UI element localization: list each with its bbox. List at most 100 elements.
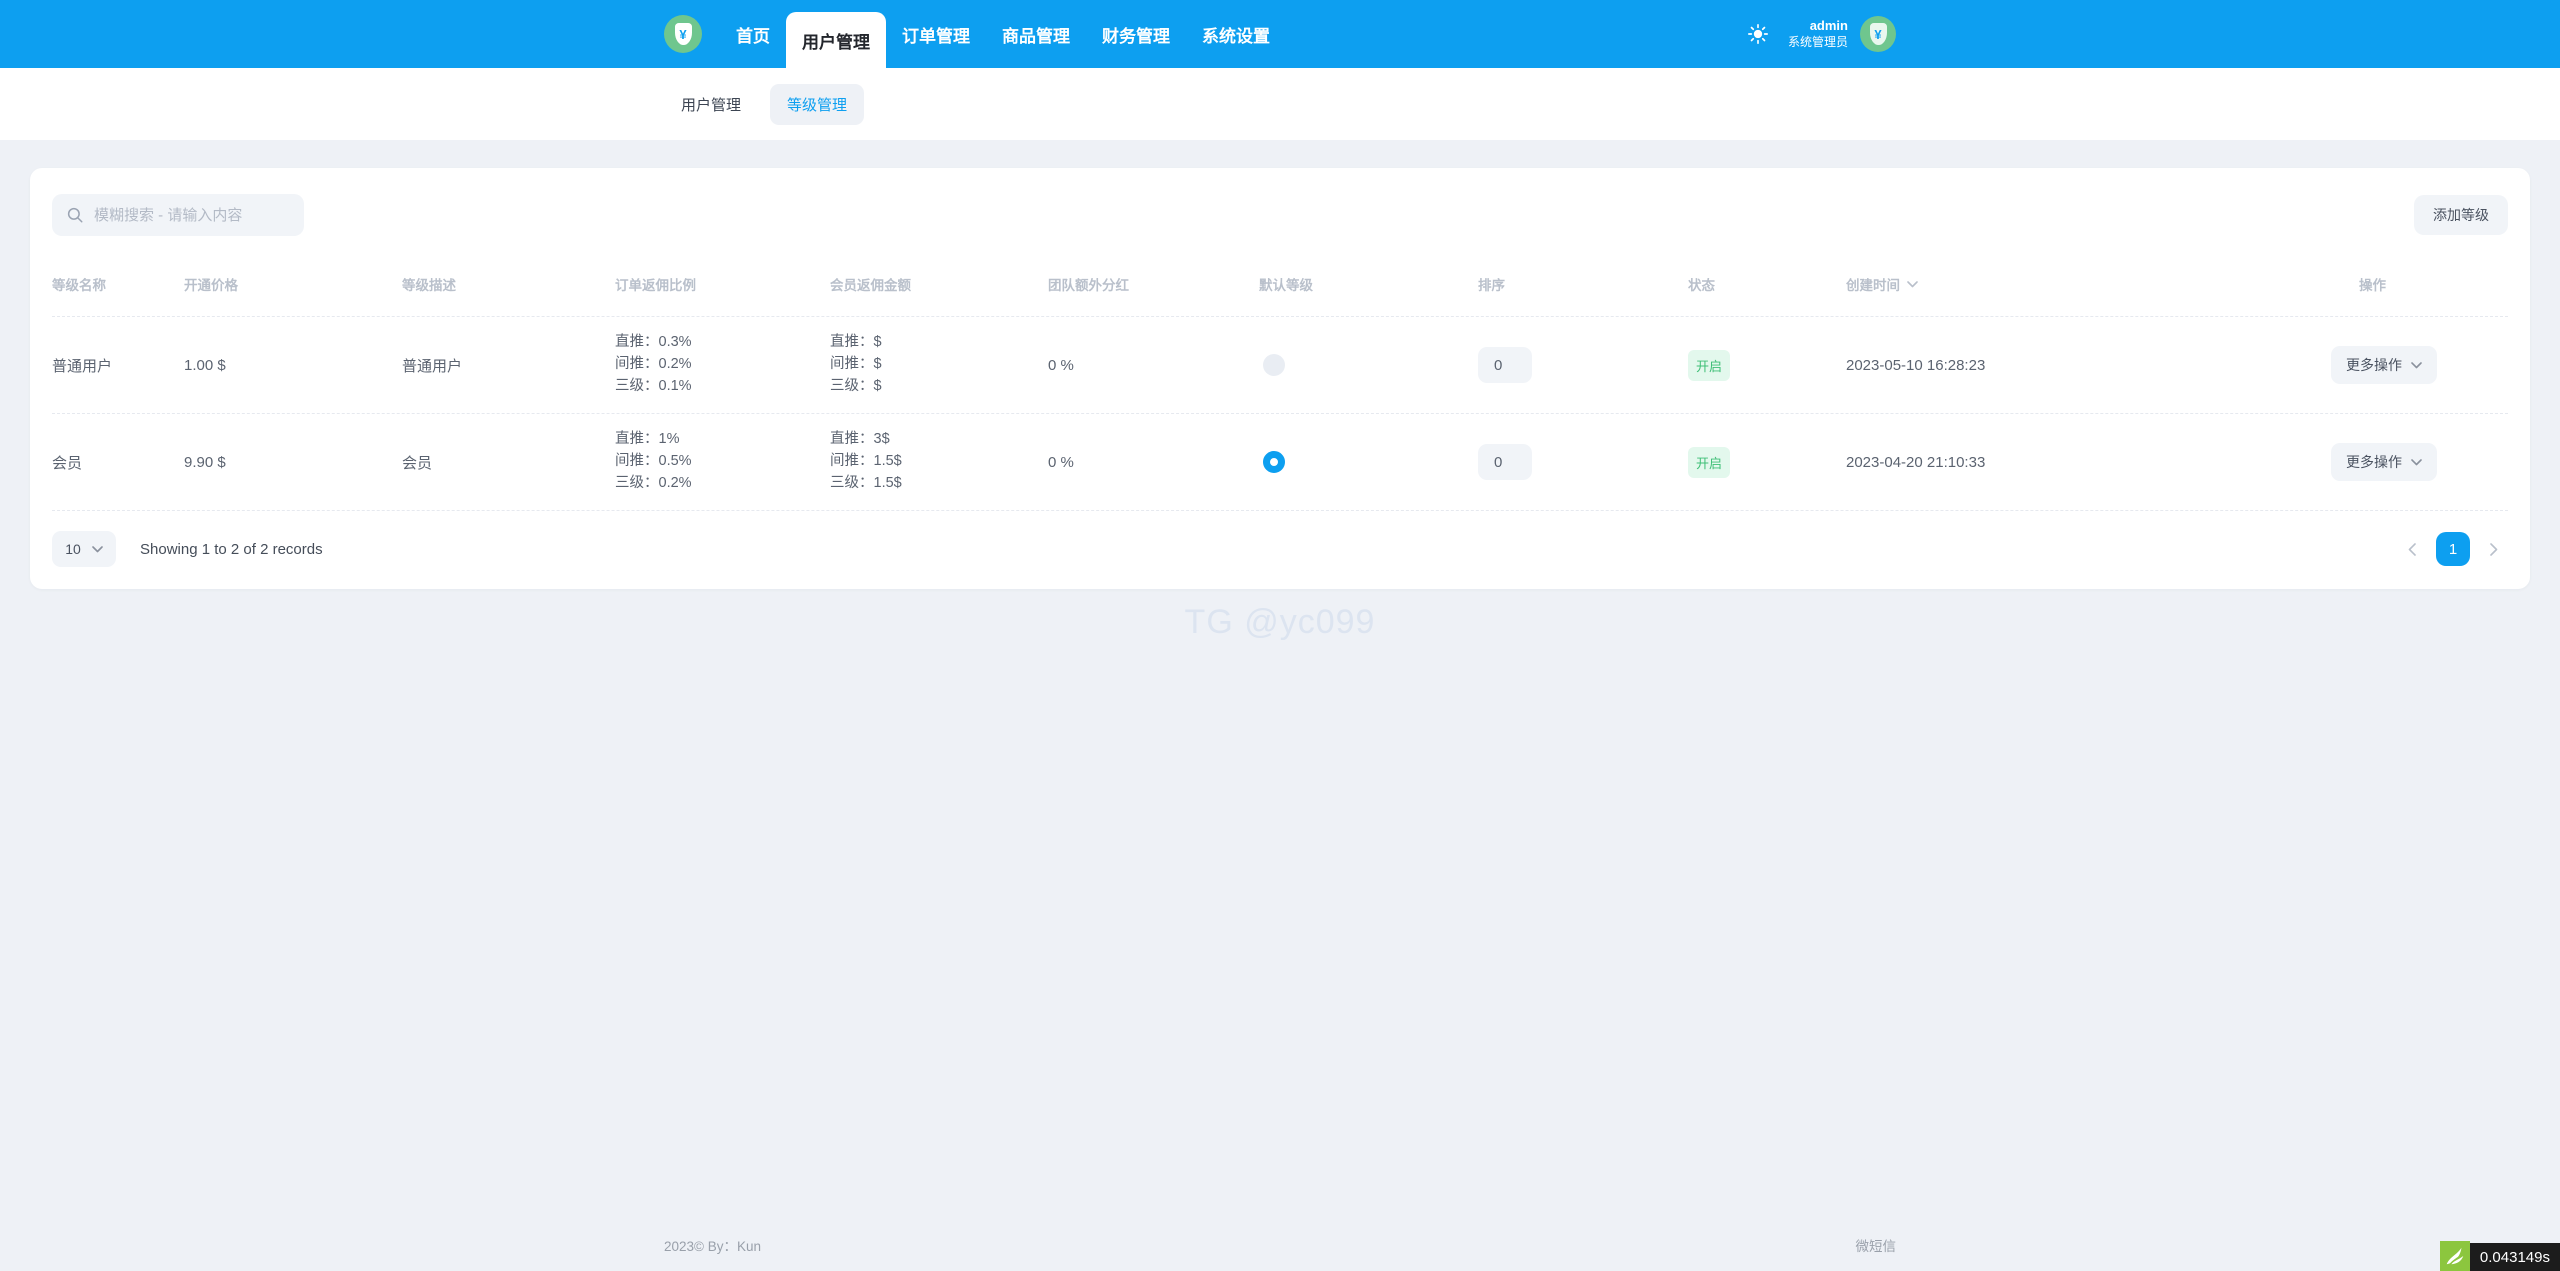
table-row: 普通用户 1.00 $ 普通用户 直推：0.3% 间推：0.2% 三级：0.1%… [52, 317, 2508, 414]
theme-toggle-sun-icon[interactable] [1748, 24, 1768, 44]
level-description: 会员 [402, 452, 615, 473]
col-sort: 排序 [1478, 268, 1688, 316]
next-page-button[interactable] [2480, 535, 2508, 563]
level-price: 9.90 $ [184, 454, 402, 471]
col-default-level: 默认等级 [1259, 268, 1478, 316]
rebate-line: 直推：0.3% [615, 332, 830, 354]
level-table: 等级名称 开通价格 等级描述 订单返佣比例 会员返佣金额 团队额外分红 默认等级… [52, 268, 2508, 511]
top-navbar: ¥ 首页 用户管理 订单管理 商品管理 财务管理 系统设置 [0, 0, 2560, 68]
order-rebate-values: 直推：1% 间推：0.5% 三级：0.2% [615, 429, 830, 494]
more-actions-label: 更多操作 [2346, 452, 2402, 472]
rebate-line: 三级：1.5$ [830, 473, 1048, 495]
status-badge[interactable]: 开启 [1688, 447, 1730, 478]
nav-item-system-settings[interactable]: 系统设置 [1186, 0, 1286, 68]
col-level-name: 等级名称 [52, 268, 184, 316]
add-level-button[interactable]: 添加等级 [2414, 195, 2508, 235]
user-avatar[interactable]: ¥ [1860, 16, 1896, 52]
rebate-line: 直推：1% [615, 429, 830, 451]
nav-item-product-management[interactable]: 商品管理 [986, 0, 1086, 68]
footer-link[interactable]: 微短信 [1856, 1235, 1897, 1255]
telegram-watermark: TG @yc099 [30, 603, 2530, 642]
yen-shield-icon: ¥ [1870, 23, 1887, 45]
default-level-radio[interactable] [1263, 354, 1285, 376]
nav-item-user-management[interactable]: 用户管理 [786, 12, 886, 68]
page-size-value: 10 [65, 541, 81, 557]
sort-input[interactable] [1478, 347, 1532, 383]
col-description: 等级描述 [402, 268, 615, 316]
nav-item-home[interactable]: 首页 [720, 0, 786, 68]
created-time: 2023-04-20 21:10:33 [1846, 454, 2307, 471]
col-created-time-label: 创建时间 [1846, 274, 1900, 294]
chevron-down-icon [2411, 459, 2422, 466]
member-rebate-values: 直推：3$ 间推：1.5$ 三级：1.5$ [830, 429, 1048, 494]
table-row: 会员 9.90 $ 会员 直推：1% 间推：0.5% 三级：0.2% 直推：3$… [52, 414, 2508, 511]
pagination-bar: 10 Showing 1 to 2 of 2 records 1 [52, 531, 2508, 567]
level-description: 普通用户 [402, 355, 615, 376]
rebate-line: 三级：0.2% [615, 473, 830, 495]
subnav-label: 等级管理 [787, 97, 847, 114]
copyright-text: 2023© By：Kun [664, 1235, 761, 1255]
user-info[interactable]: admin 系统管理员 [1788, 18, 1848, 50]
brand-logo[interactable]: ¥ [664, 15, 702, 53]
created-time: 2023-05-10 16:28:23 [1846, 357, 2307, 374]
team-bonus: 0 % [1048, 357, 1259, 374]
chevron-right-icon [2490, 543, 2498, 556]
subnav-label: 用户管理 [681, 97, 741, 114]
request-time: 0.043149s [2470, 1243, 2560, 1271]
level-name: 会员 [52, 452, 184, 473]
level-price: 1.00 $ [184, 357, 402, 374]
search-input[interactable] [94, 207, 290, 224]
col-status: 状态 [1688, 268, 1846, 316]
nav-label: 财务管理 [1102, 22, 1170, 47]
rebate-line: 三级：$ [830, 376, 1048, 398]
user-role: 系统管理员 [1788, 35, 1848, 51]
subnav-item-user-management[interactable]: 用户管理 [664, 84, 758, 125]
framework-flame-icon[interactable] [2440, 1241, 2470, 1271]
member-rebate-values: 直推：$ 间推：$ 三级：$ [830, 332, 1048, 397]
nav-label: 系统设置 [1202, 22, 1270, 47]
chevron-down-icon [2411, 362, 2422, 369]
col-member-rebate: 会员返佣金额 [830, 268, 1048, 316]
more-actions-button[interactable]: 更多操作 [2331, 346, 2437, 384]
table-header-row: 等级名称 开通价格 等级描述 订单返佣比例 会员返佣金额 团队额外分红 默认等级… [52, 268, 2508, 317]
team-bonus: 0 % [1048, 454, 1259, 471]
nav-label: 用户管理 [802, 28, 870, 53]
user-name: admin [1788, 18, 1848, 35]
default-level-radio[interactable] [1263, 451, 1285, 473]
sort-chevron-down-icon[interactable] [1907, 281, 1918, 288]
col-price: 开通价格 [184, 268, 402, 316]
nav-label: 订单管理 [902, 22, 970, 47]
sort-input[interactable] [1478, 444, 1532, 480]
rebate-line: 直推：3$ [830, 429, 1048, 451]
page-content: 添加等级 等级名称 开通价格 等级描述 订单返佣比例 会员返佣金额 团队额外分红… [0, 140, 2560, 642]
chevron-down-icon [92, 546, 103, 553]
rebate-line: 间推：0.5% [615, 451, 830, 473]
order-rebate-values: 直推：0.3% 间推：0.2% 三级：0.1% [615, 332, 830, 397]
debug-trace-badge: 0.043149s [2440, 1241, 2560, 1271]
rebate-line: 间推：1.5$ [830, 451, 1048, 473]
col-order-rebate: 订单返佣比例 [615, 268, 830, 316]
rebate-line: 间推：0.2% [615, 354, 830, 376]
sub-navbar: 用户管理 等级管理 [0, 68, 2560, 140]
level-name: 普通用户 [52, 355, 184, 376]
page-size-select[interactable]: 10 [52, 531, 116, 567]
nav-label: 商品管理 [1002, 22, 1070, 47]
current-page-button[interactable]: 1 [2436, 532, 2470, 566]
page-footer: 2023© By：Kun 微短信 [0, 1235, 2560, 1255]
records-summary: Showing 1 to 2 of 2 records [140, 541, 323, 558]
nav-item-order-management[interactable]: 订单管理 [886, 0, 986, 68]
status-badge[interactable]: 开启 [1688, 350, 1730, 381]
nav-item-finance-management[interactable]: 财务管理 [1086, 0, 1186, 68]
col-team-bonus: 团队额外分红 [1048, 268, 1259, 316]
prev-page-button[interactable] [2398, 535, 2426, 563]
search-box [52, 194, 304, 236]
yen-shield-icon: ¥ [675, 23, 692, 45]
chevron-left-icon [2408, 543, 2416, 556]
more-actions-button[interactable]: 更多操作 [2331, 443, 2437, 481]
subnav-item-level-management[interactable]: 等级管理 [770, 84, 864, 125]
rebate-line: 间推：$ [830, 354, 1048, 376]
rebate-line: 三级：0.1% [615, 376, 830, 398]
nav-label: 首页 [736, 22, 770, 47]
more-actions-label: 更多操作 [2346, 355, 2402, 375]
col-created-time[interactable]: 创建时间 [1846, 268, 2307, 316]
